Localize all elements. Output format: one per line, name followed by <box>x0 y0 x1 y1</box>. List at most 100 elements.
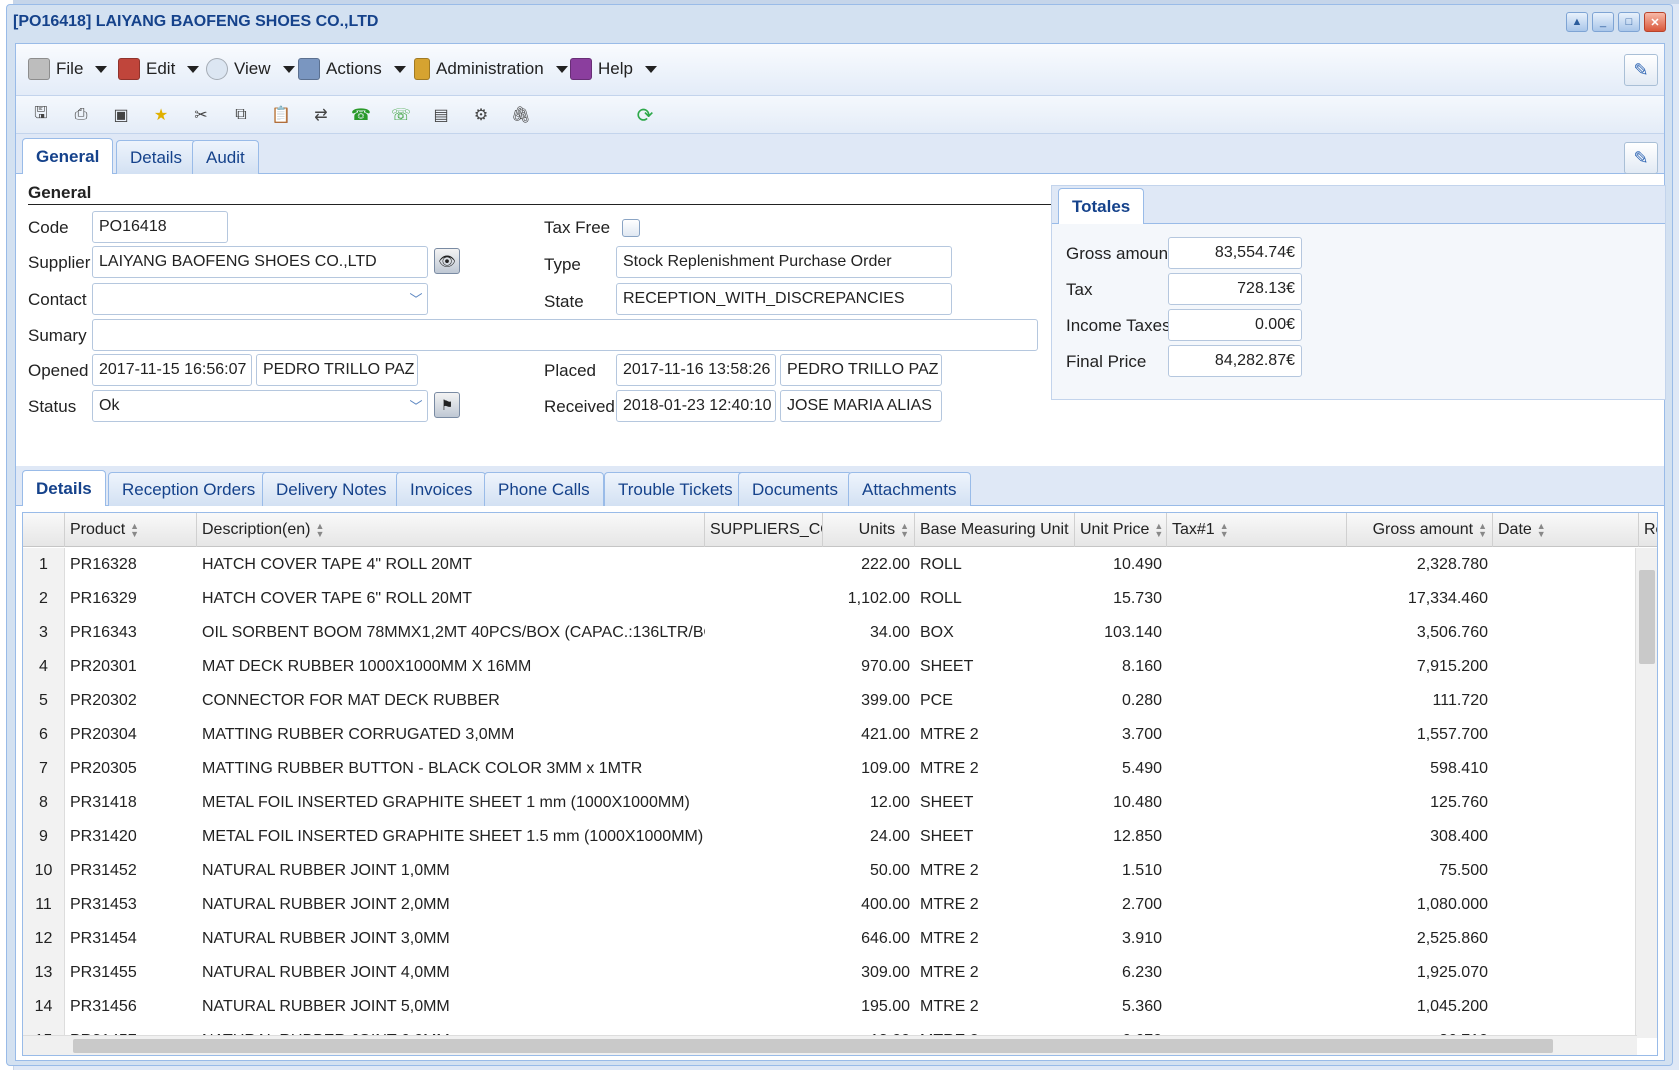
supplier-field[interactable]: LAIYANG BAOFENG SHOES CO.,LTD <box>92 246 428 278</box>
print-icon[interactable]: ⎙ <box>70 104 92 126</box>
tab-phone-calls[interactable]: Phone Calls <box>484 472 604 506</box>
state-field[interactable]: RECEPTION_WITH_DISCREPANCIES <box>616 283 952 315</box>
menu-actions[interactable]: Actions <box>298 58 406 80</box>
table-row[interactable]: 9 PR31420 METAL FOIL INSERTED GRAPHITE SHE… <box>23 820 1633 854</box>
table-row[interactable]: 4 PR20301 MAT DECK RUBBER 1000X1000MM X 16… <box>23 650 1633 684</box>
income-taxes-field[interactable]: 0.00€ <box>1168 309 1302 341</box>
chevron-down-icon[interactable]: ﹀ <box>405 393 427 417</box>
table-row[interactable]: 1 PR16328 HATCH COVER TAPE 4" ROLL 20MT 222… <box>23 548 1633 582</box>
report-icon[interactable]: ▤ <box>430 104 452 126</box>
gears-icon[interactable]: ⚙ <box>470 104 492 126</box>
attachment-icon[interactable]: 🖇 <box>510 104 532 126</box>
tab-documents[interactable]: Documents <box>738 472 852 506</box>
copy-icon[interactable]: ⧉ <box>230 104 252 126</box>
column-header-received[interactable]: Received <box>1639 513 1657 547</box>
table-row[interactable]: 14 PR31456 NATURAL RUBBER JOINT 5,0MM 195.0… <box>23 990 1633 1024</box>
menu-file[interactable]: File <box>28 58 108 80</box>
purchase-order-window: [PO16418] LAIYANG BAOFENG SHOES CO.,LTD … <box>6 4 1673 1066</box>
tab-attachments[interactable]: Attachments <box>848 472 971 506</box>
placed-date-field[interactable]: 2017-11-16 13:58:26 <box>616 354 776 386</box>
tab-delivery-notes[interactable]: Delivery Notes <box>262 472 401 506</box>
contact-combo[interactable] <box>92 283 428 315</box>
status-combo[interactable]: Ok <box>92 390 428 422</box>
column-header-product[interactable]: Product ▲ ▼ <box>65 513 197 547</box>
tab-invoices[interactable]: Invoices <box>396 472 487 506</box>
table-row[interactable]: 13 PR31455 NATURAL RUBBER JOINT 4,0MM 309.0… <box>23 956 1633 990</box>
received-by-field[interactable]: JOSE MARIA ALIAS <box>780 390 942 422</box>
tab-totales[interactable]: Totales <box>1058 188 1145 224</box>
edit-mode-button[interactable]: ✎ <box>1624 54 1658 86</box>
table-row[interactable]: 2 PR16329 HATCH COVER TAPE 6" ROLL 20MT 1,1… <box>23 582 1633 616</box>
received-date-field[interactable]: 2018-01-23 12:40:10 <box>616 390 776 422</box>
table-row[interactable]: 7 PR20305 MATTING RUBBER BUTTON - BLACK CO… <box>23 752 1633 786</box>
minimize-window-button[interactable]: _ <box>1592 12 1614 32</box>
product-cell: PR31420 <box>70 828 137 845</box>
sumary-field[interactable] <box>92 319 1038 351</box>
horizontal-scrollbar[interactable] <box>23 1035 1637 1055</box>
column-header-unit-price[interactable]: Unit Price ▲ ▼ <box>1075 513 1167 547</box>
column-header-suppliers-code[interactable]: SUPPLIERS_CODE <box>705 513 823 547</box>
edit-panel-button[interactable]: ✎ <box>1624 142 1658 174</box>
vertical-scroll-thumb[interactable] <box>1639 570 1655 664</box>
suppliers-code-cell <box>705 786 823 820</box>
tax-field[interactable]: 728.13€ <box>1168 273 1302 305</box>
gross-amount-field[interactable]: 83,554.74€ <box>1168 237 1302 269</box>
code-field[interactable]: PO16418 <box>92 211 228 243</box>
favorite-star-icon[interactable]: ★ <box>150 104 172 126</box>
menu-edit[interactable]: Edit <box>118 58 200 80</box>
gross-amount-cell: 598.410 <box>1430 760 1488 777</box>
tab-details-grid[interactable]: Details <box>22 470 106 506</box>
horizontal-scroll-thumb[interactable] <box>73 1039 1553 1053</box>
menu-help[interactable]: Help <box>570 58 657 80</box>
cut-icon[interactable]: ✂ <box>190 104 212 126</box>
menu-administration[interactable]: Administration <box>414 58 568 80</box>
paste-icon[interactable]: 📋 <box>270 104 292 126</box>
box-icon[interactable]: ▣ <box>110 104 132 126</box>
type-field[interactable]: Stock Replenishment Purchase Order <box>616 246 952 278</box>
column-header-base-measuring-unit[interactable]: Base Measuring Unit <box>915 513 1075 547</box>
opened-date-field[interactable]: 2017-11-15 16:56:07 <box>92 354 252 386</box>
placed-by-field[interactable]: PEDRO TRILLO PAZ <box>780 354 942 386</box>
refresh-icon[interactable]: ⟳ <box>634 104 656 127</box>
tab-details[interactable]: Details <box>116 140 196 174</box>
close-window-button[interactable]: ✕ <box>1644 12 1666 32</box>
vertical-scrollbar[interactable] <box>1635 548 1657 1038</box>
table-row[interactable]: 10 PR31452 NATURAL RUBBER JOINT 1,0MM 50.00… <box>23 854 1633 888</box>
column-header-units[interactable]: Units ▲ ▼ <box>823 513 915 547</box>
save-icon[interactable]: 🖫 <box>30 104 52 126</box>
table-row[interactable]: 5 PR20302 CONNECTOR FOR MAT DECK RUBBER 399… <box>23 684 1633 718</box>
menu-view[interactable]: View <box>206 58 295 80</box>
sort-icon: ▲ ▼ <box>900 521 909 539</box>
chevron-down-icon <box>555 65 568 73</box>
tax-cell <box>1167 718 1347 752</box>
row-number: 14 <box>23 990 65 1024</box>
table-row[interactable]: 12 PR31454 NATURAL RUBBER JOINT 3,0MM 646.0… <box>23 922 1633 956</box>
product-cell: PR31454 <box>70 930 137 947</box>
collapse-window-button[interactable]: ▲ <box>1566 12 1588 32</box>
column-header-tax1[interactable]: Tax#1 ▲ ▼ <box>1167 513 1347 547</box>
view-supplier-eye-icon[interactable]: 👁 <box>434 248 460 274</box>
tax-free-checkbox[interactable] <box>622 219 640 237</box>
phone-incoming-icon[interactable]: ☏ <box>390 104 412 126</box>
table-row[interactable]: 8 PR31418 METAL FOIL INSERTED GRAPHITE SHE… <box>23 786 1633 820</box>
column-header-date[interactable]: Date ▲ ▼ <box>1493 513 1639 547</box>
table-row[interactable]: 3 PR16343 OIL SORBENT BOOM 78MMX1,2MT 40PC… <box>23 616 1633 650</box>
unit-cell: SHEET <box>920 794 974 811</box>
tab-audit[interactable]: Audit <box>192 140 259 174</box>
status-action-icon[interactable]: ⚑ <box>434 392 460 418</box>
final-price-field[interactable]: 84,282.87€ <box>1168 345 1302 377</box>
tab-general[interactable]: General <box>22 138 114 174</box>
column-header-gross-amount[interactable]: Gross amount ▲ ▼ <box>1347 513 1493 547</box>
description-cell: HATCH COVER TAPE 6" ROLL 20MT <box>202 590 473 607</box>
transfer-icon[interactable]: ⇄ <box>310 104 332 126</box>
tab-trouble-tickets[interactable]: Trouble Tickets <box>604 472 747 506</box>
tab-reception-orders[interactable]: Reception Orders <box>108 472 270 506</box>
chevron-down-icon[interactable]: ﹀ <box>405 286 427 310</box>
opened-by-field[interactable]: PEDRO TRILLO PAZ <box>256 354 418 386</box>
table-row[interactable]: 11 PR31453 NATURAL RUBBER JOINT 2,0MM 400.0… <box>23 888 1633 922</box>
table-row[interactable]: 6 PR20304 MATTING RUBBER CORRUGATED 3,0MM 4… <box>23 718 1633 752</box>
maximize-window-button[interactable]: □ <box>1618 12 1640 32</box>
column-header-label: Tax#1 <box>1172 521 1215 538</box>
phone-outgoing-icon[interactable]: ☎ <box>350 104 372 126</box>
column-header-description[interactable]: Description(en) ▲ ▼ <box>197 513 705 547</box>
